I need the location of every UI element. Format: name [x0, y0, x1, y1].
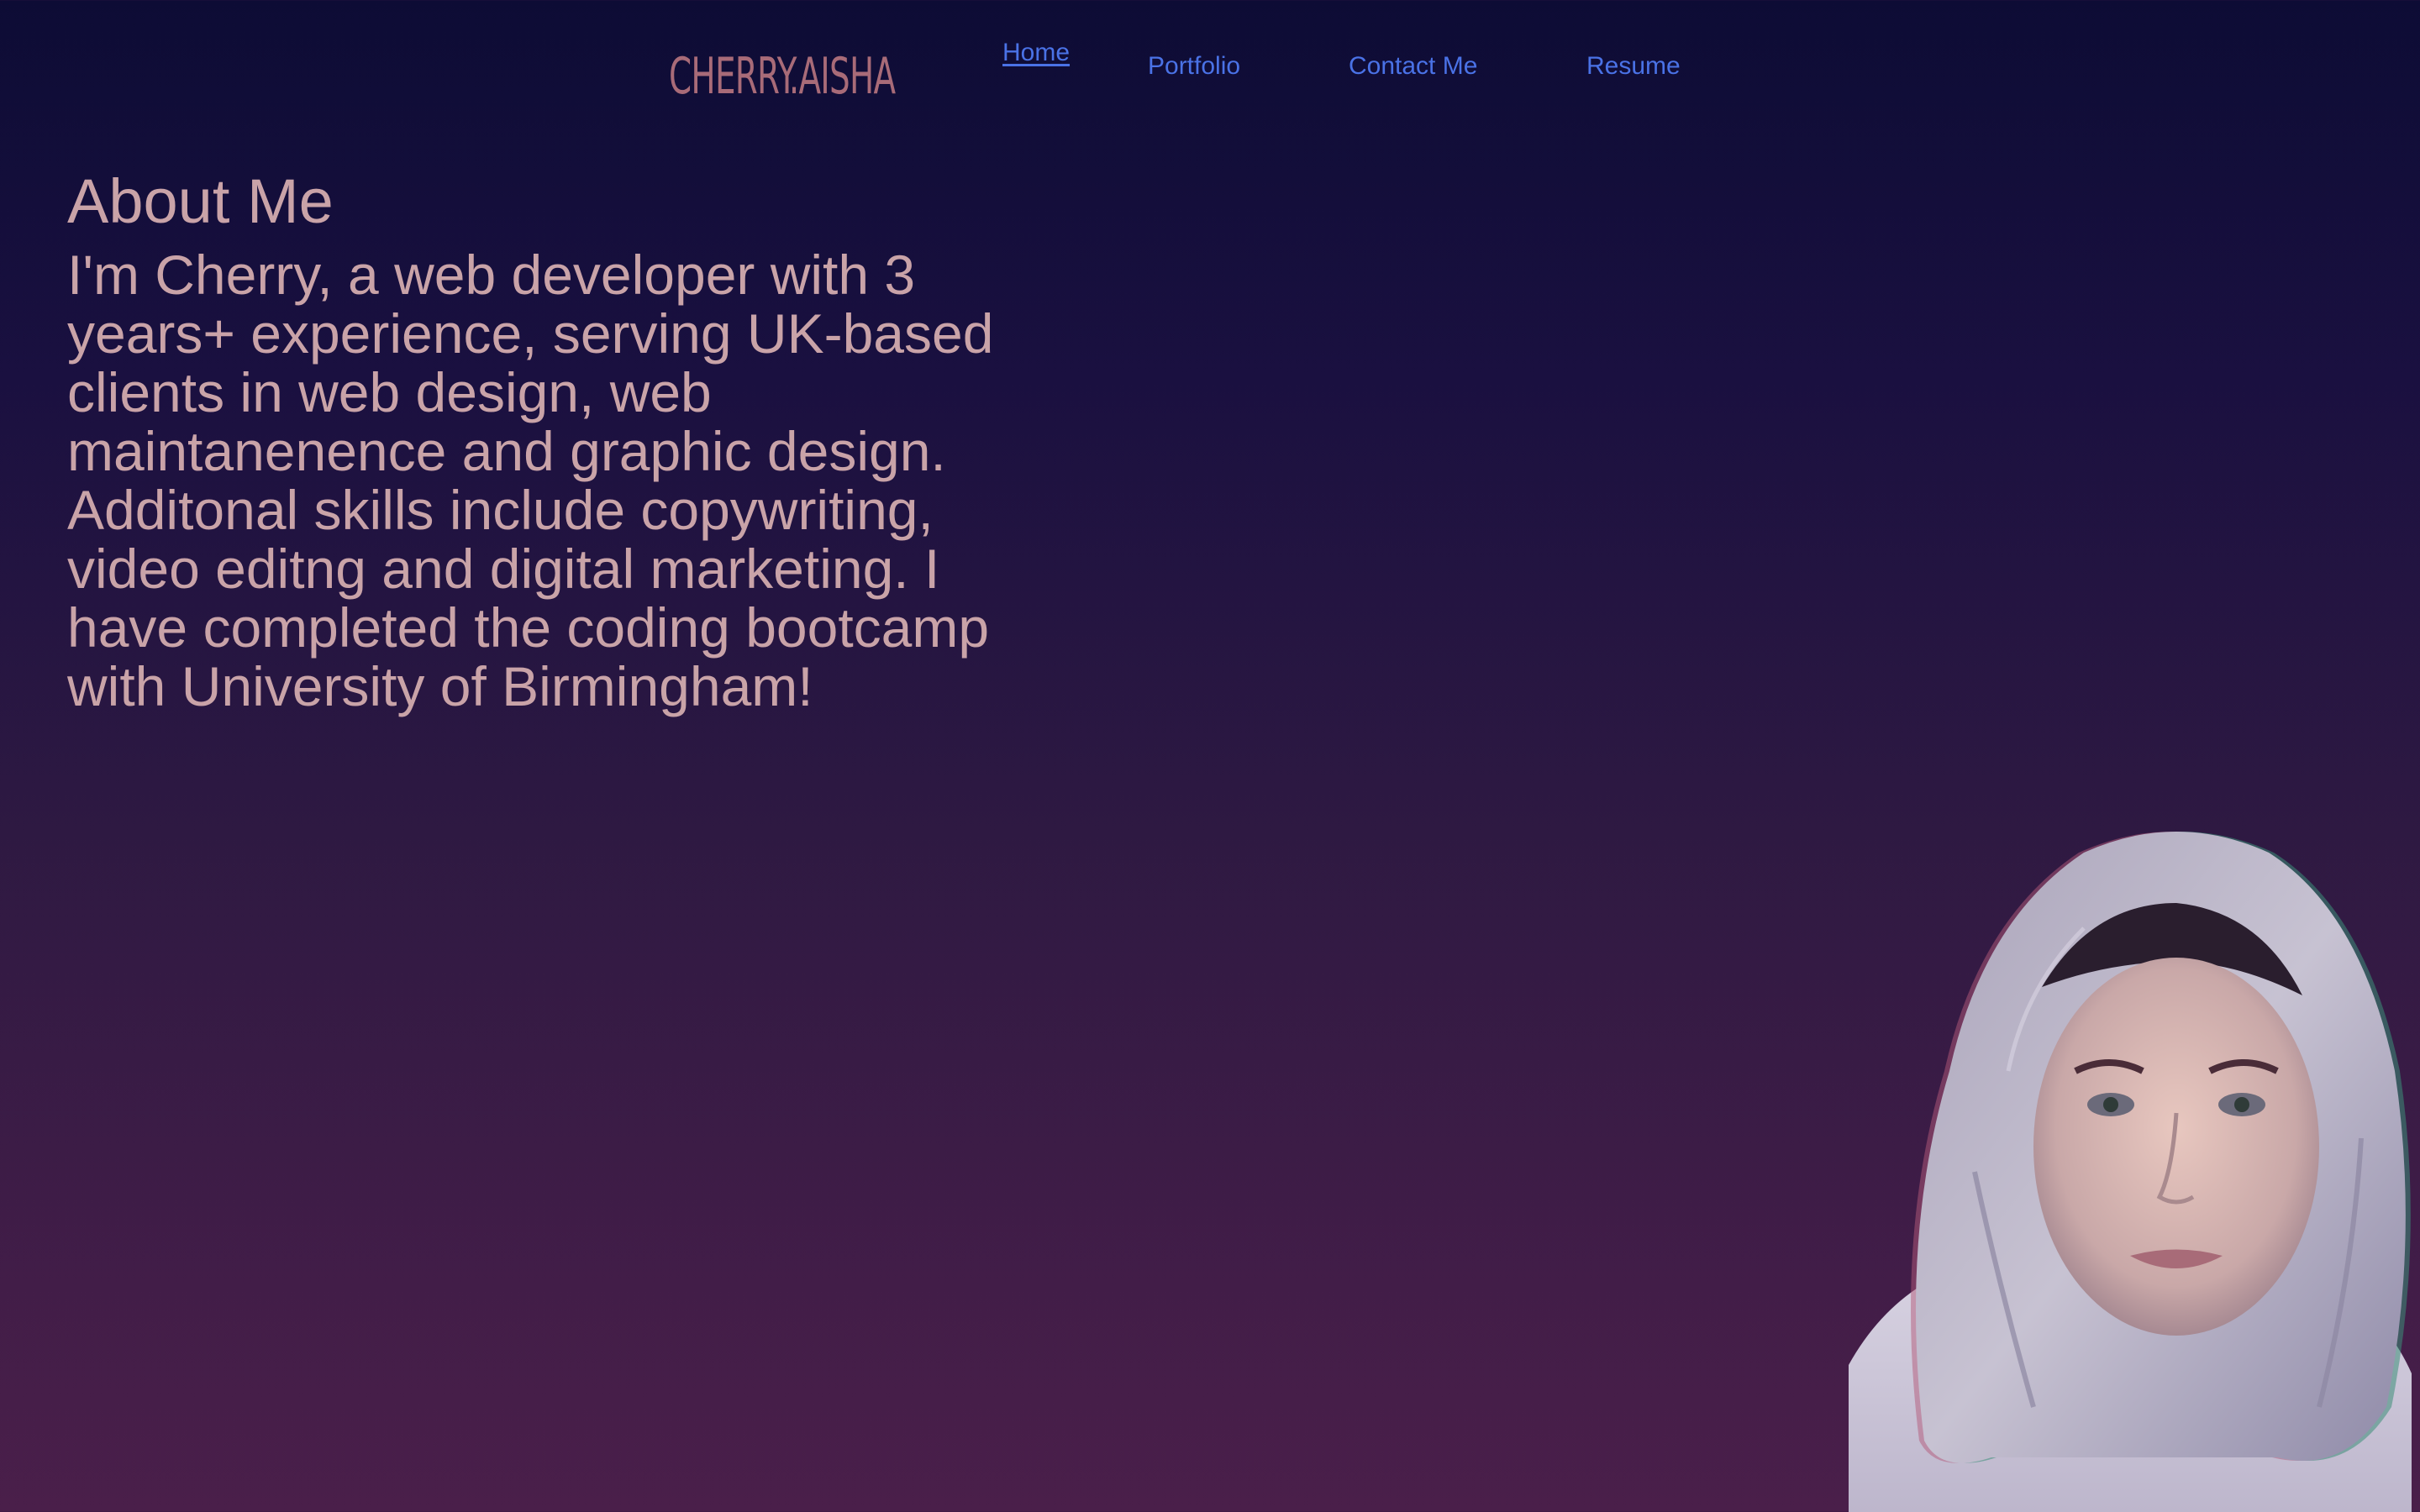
- nav-link-contact-me[interactable]: Contact Me: [1349, 51, 1477, 81]
- about-heading: About Me: [67, 166, 334, 236]
- nav-link-portfolio[interactable]: Portfolio: [1148, 51, 1240, 81]
- nav-link-home[interactable]: Home: [1002, 38, 1070, 68]
- top-nav: CHERRY.AISHA Home Portfolio Contact Me R…: [0, 0, 2420, 126]
- about-body: I'm Cherry, a web developer with 3 years…: [67, 244, 994, 717]
- profile-photo: [1840, 819, 2420, 1512]
- about-section: About Me I'm Cherry, a web developer wit…: [67, 160, 1059, 716]
- site-logo[interactable]: CHERRY.AISHA: [669, 47, 896, 106]
- nav-link-resume[interactable]: Resume: [1586, 51, 1681, 81]
